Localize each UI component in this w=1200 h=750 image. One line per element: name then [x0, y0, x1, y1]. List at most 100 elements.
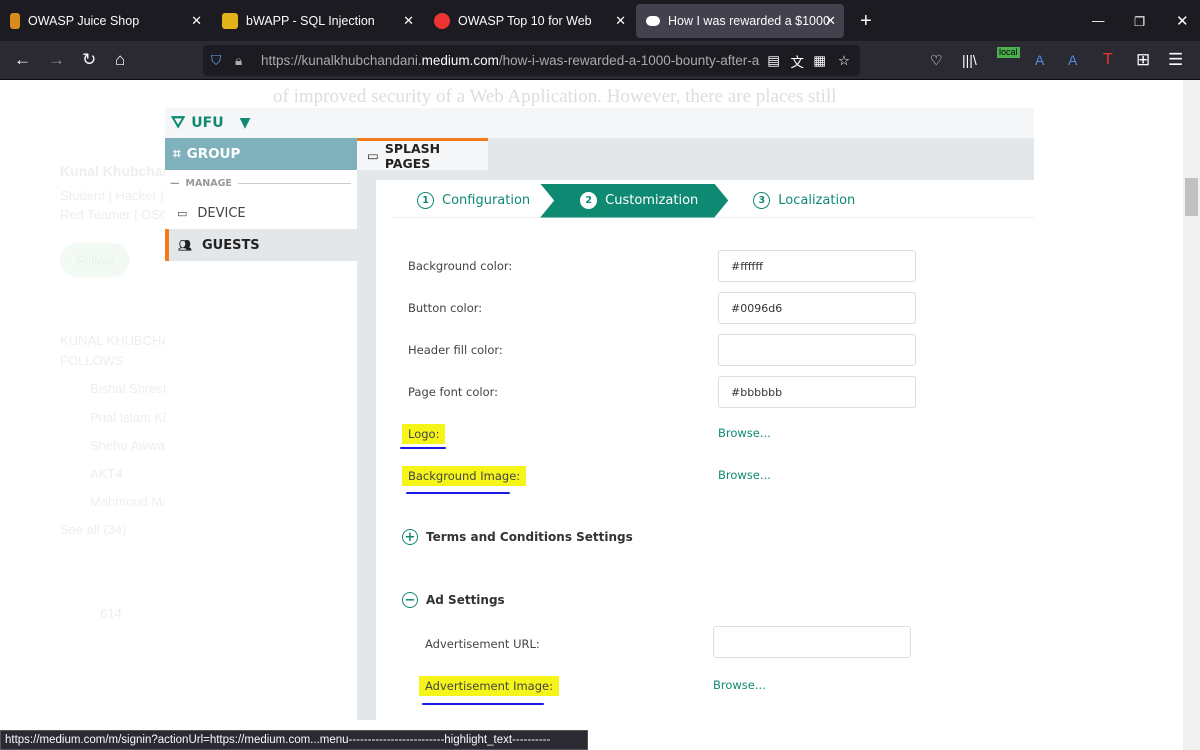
bee-icon: [222, 13, 238, 29]
status-bar-url: https://medium.com/m/signin?actionUrl=ht…: [0, 730, 588, 750]
plus-icon: +: [402, 529, 418, 545]
author-name[interactable]: Kunal Khubchan: [60, 163, 171, 179]
minus-icon: −: [402, 592, 418, 608]
shield-icon[interactable]: ⛉: [211, 53, 221, 69]
extension-local-badge[interactable]: local: [997, 47, 1020, 58]
translate-icon[interactable]: 文: [791, 51, 805, 71]
button-color-label: Button color:: [408, 301, 483, 315]
translate-extension-icon[interactable]: A: [1035, 50, 1044, 70]
tab-splash-pages[interactable]: ▭ SPLASH PAGES: [357, 138, 488, 171]
header-fill-label: Header fill color:: [408, 343, 503, 357]
minimize-button[interactable]: —: [1082, 4, 1115, 38]
follow-button[interactable]: Follow: [60, 243, 130, 277]
author-bio: Red Teamer | OSC: [60, 207, 170, 222]
terms-section-toggle[interactable]: + Terms and Conditions Settings: [402, 529, 633, 545]
close-window-button[interactable]: ✕: [1166, 4, 1199, 38]
filter-icon: ⛛: [171, 113, 186, 133]
step-number: 1: [417, 192, 434, 209]
section-title: Terms and Conditions Settings: [426, 530, 633, 544]
author-bio: Student | Hacker |: [60, 188, 164, 203]
restore-button[interactable]: ❐: [1124, 4, 1155, 38]
close-tab-icon[interactable]: ✕: [615, 13, 626, 29]
menu-icon[interactable]: ☰: [1168, 50, 1183, 70]
reader-view-icon[interactable]: ▤: [767, 53, 780, 69]
main-panel: ▭ SPLASH PAGES 1 Configuration 2 Customizat…: [357, 138, 1034, 720]
bg-image-browse-button[interactable]: Browse...: [718, 468, 771, 482]
qr-icon[interactable]: ▦: [813, 53, 826, 69]
forward-button[interactable]: →: [48, 50, 65, 70]
button-color-input[interactable]: #0096d6: [718, 292, 916, 324]
follows-heading: KUNAL KHUBCHAN: [60, 333, 180, 348]
follow-item[interactable]: Shehu Awwal: [90, 438, 168, 453]
embedded-screenshot: ⛛ UFU ▼ ⌗ GROUP — MANAGE ▭ DEVICE 👥︎ GUESTS …: [165, 108, 1034, 720]
section-manage: — MANAGE: [165, 178, 357, 189]
ad-url-label: Advertisement URL:: [425, 637, 540, 651]
sidebar-item-guests[interactable]: 👥︎ GUESTS: [165, 229, 357, 261]
section-title: Ad Settings: [426, 593, 505, 607]
translate-alt-extension-icon[interactable]: A: [1068, 50, 1077, 70]
step-customization[interactable]: 2 Customization: [540, 184, 728, 218]
bg-color-input[interactable]: #ffffff: [718, 250, 916, 282]
ad-image-browse-button[interactable]: Browse...: [713, 678, 766, 692]
t-extension-icon[interactable]: T: [1103, 50, 1113, 70]
sidebar-item-label: GUESTS: [201, 237, 260, 253]
extensions-icon[interactable]: ⊞: [1136, 50, 1150, 70]
url-path: /how-i-was-rewarded-a-1000-bounty-after-…: [498, 53, 760, 68]
group-label: GROUP: [186, 146, 241, 162]
owasp-icon: [434, 13, 450, 29]
home-button[interactable]: ⌂: [115, 50, 125, 70]
close-tab-icon[interactable]: ✕: [825, 13, 836, 29]
bookmark-star-icon[interactable]: ☆: [838, 53, 850, 69]
tab-juice-shop[interactable]: OWASP Juice Shop ✕: [0, 4, 210, 38]
follow-item[interactable]: Bishal Shresth: [90, 381, 174, 396]
step-configuration[interactable]: 1 Configuration: [392, 184, 550, 218]
font-color-input[interactable]: #bbbbbb: [718, 376, 916, 408]
step-localization[interactable]: 3 Localization: [728, 184, 875, 218]
juice-shop-icon: [10, 13, 20, 29]
tab-title: OWASP Top 10 for Web: [458, 14, 592, 28]
ad-url-input[interactable]: [713, 626, 911, 658]
url-prefix: https://kunalkhubchandani.: [261, 53, 422, 68]
close-tab-icon[interactable]: ✕: [403, 13, 414, 29]
pocket-icon[interactable]: ♡: [930, 50, 943, 70]
see-all-link[interactable]: See all (34): [60, 522, 126, 537]
step-number: 2: [580, 192, 597, 209]
follow-item[interactable]: Mahmoud Ma: [90, 494, 169, 509]
follows-heading: FOLLOWS: [60, 353, 124, 368]
header-fill-input[interactable]: [718, 334, 916, 366]
clap-count[interactable]: 614: [100, 606, 122, 621]
tab-owasp-top10[interactable]: OWASP Top 10 for Web ✕: [424, 4, 634, 38]
close-tab-icon[interactable]: ✕: [191, 13, 202, 29]
sidebar-group[interactable]: ⌗ GROUP: [165, 138, 357, 170]
tab-bwapp[interactable]: bWAPP - SQL Injection ✕: [212, 4, 422, 38]
dropdown-caret-icon[interactable]: ▼: [240, 115, 251, 131]
logo-label: Logo:: [402, 424, 446, 444]
follow-item[interactable]: Prial Islam Kh: [90, 410, 170, 425]
url-domain: medium.com: [421, 53, 499, 68]
tab-label: SPLASH PAGES: [384, 140, 441, 171]
reload-button[interactable]: ↻: [82, 50, 96, 70]
browser-tab-bar: OWASP Juice Shop ✕ bWAPP - SQL Injection ✕…: [0, 0, 1200, 41]
step-label: Localization: [778, 193, 856, 208]
logo-browse-button[interactable]: Browse...: [718, 426, 771, 440]
bg-color-label: Background color:: [408, 259, 513, 273]
tab-medium-article[interactable]: How I was rewarded a $1000 bc ✕: [636, 4, 844, 38]
step-number: 3: [753, 192, 771, 209]
navigation-toolbar: ← → ↻ ⌂ ⛉ 🔒︎ https://kunalkhubchandani. m…: [0, 41, 1200, 80]
group-icon: ⌗: [173, 146, 181, 162]
lock-icon[interactable]: 🔒︎: [235, 53, 242, 69]
back-button[interactable]: ←: [14, 50, 31, 70]
ad-image-label: Advertisement Image:: [419, 676, 559, 696]
scrollbar-thumb[interactable]: [1185, 178, 1198, 216]
sidebar-item-device[interactable]: ▭ DEVICE: [165, 197, 357, 229]
annotation-underline: [406, 492, 510, 494]
guests-icon: 👥︎: [178, 238, 192, 252]
org-selector[interactable]: ⛛ UFU ▼: [165, 108, 1034, 138]
library-icon[interactable]: |||\: [962, 50, 977, 70]
tab-title: How I was rewarded a $1000 bc: [668, 14, 833, 28]
ad-section-toggle[interactable]: − Ad Settings: [402, 592, 505, 608]
step-label: Customization: [605, 193, 699, 208]
follow-item[interactable]: AKT4: [90, 466, 123, 481]
new-tab-button[interactable]: +: [850, 4, 882, 38]
url-bar[interactable]: ⛉ 🔒︎ https://kunalkhubchandani. medium.co…: [203, 45, 860, 76]
